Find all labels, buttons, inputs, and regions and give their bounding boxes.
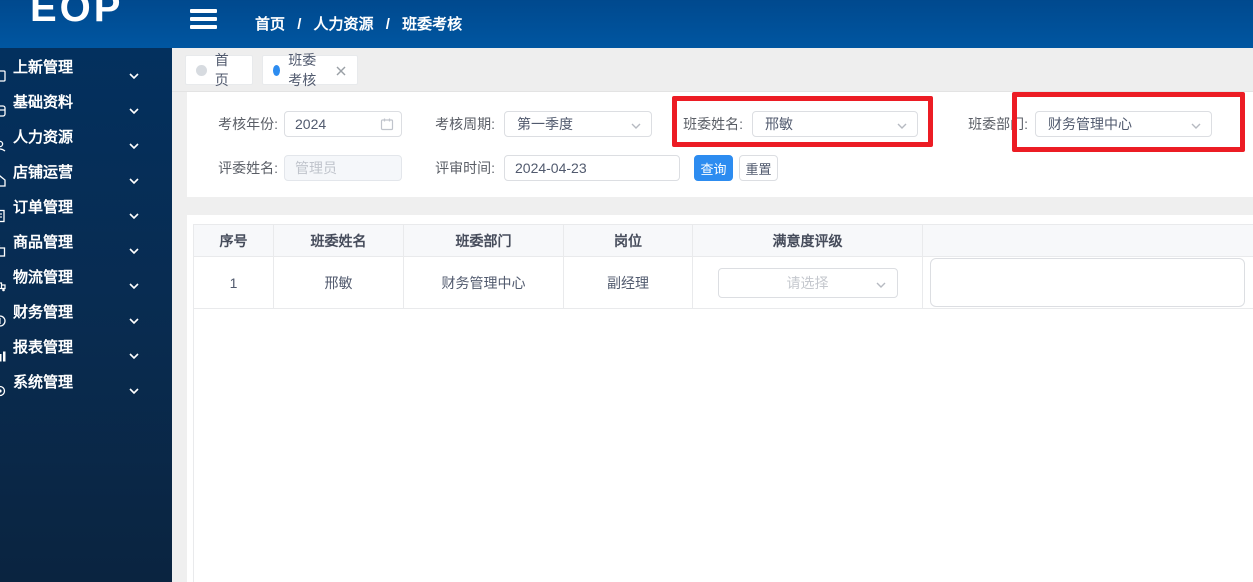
gear-icon (0, 376, 7, 397)
goods-icon (0, 236, 7, 257)
cell-post: 副经理 (563, 256, 693, 309)
cell-rating: 请选择 (692, 256, 923, 309)
chevron-down-icon (127, 236, 141, 255)
chevron-down-icon (1190, 119, 1202, 131)
tab-active-dot (273, 64, 281, 76)
tab-inactive-dot (196, 64, 207, 76)
col-index: 序号 (193, 224, 274, 257)
col-comment (922, 224, 1253, 257)
table-row: 1 邢敏 财务管理中心 副经理 请选择 (193, 256, 1253, 309)
eop-logo: EOP (30, 0, 124, 30)
col-rating: 满意度评级 (692, 224, 923, 257)
new-arrivals-icon (0, 61, 7, 82)
table-header-row: 序号 班委姓名 班委部门 岗位 满意度评级 (193, 224, 1253, 257)
cell-comment (922, 256, 1253, 309)
close-icon[interactable] (335, 64, 347, 76)
order-icon (0, 201, 7, 223)
period-select[interactable]: 第一季度 (504, 111, 652, 137)
hamburger-menu-icon[interactable] (190, 9, 217, 31)
finance-icon (0, 306, 7, 327)
breadcrumb-current: 班委考核 (402, 16, 463, 33)
sidebar-item-basic-data[interactable]: 基础资料 (0, 85, 172, 120)
sidebar-item-logistics[interactable]: 物流管理 (0, 260, 172, 295)
filter-panel: 考核年份: 考核周期: 第一季度 班委姓名: 邢敏 班委部门: 财务管理中心 评… (187, 92, 1253, 197)
database-icon (0, 96, 7, 117)
chevron-down-icon (127, 166, 141, 185)
app-window: EOP 首页 / 人力资源 / 班委考核 上新管理 基础资料 人力资源 店铺运营… (0, 0, 1253, 582)
col-member-name: 班委姓名 (273, 224, 404, 257)
col-member-dept: 班委部门 (403, 224, 564, 257)
member-name-label: 班委姓名: (683, 116, 743, 132)
cell-member-dept: 财务管理中心 (403, 256, 564, 309)
chevron-down-icon (630, 119, 642, 131)
member-dept-select[interactable]: 财务管理中心 (1035, 111, 1212, 137)
breadcrumb-separator: / (297, 16, 302, 33)
review-time-label: 评审时间: (435, 160, 495, 176)
col-post: 岗位 (563, 224, 693, 257)
chevron-down-icon (875, 278, 887, 290)
comment-textarea[interactable] (930, 258, 1245, 307)
content-panel: 序号 班委姓名 班委部门 岗位 满意度评级 1 邢敏 财务管理中心 副经理 请选… (187, 215, 1253, 582)
period-label: 考核周期: (435, 116, 495, 132)
breadcrumb-separator: / (385, 16, 390, 33)
member-name-select[interactable]: 邢敏 (752, 111, 918, 137)
breadcrumb: 首页 / 人力资源 / 班委考核 (255, 13, 462, 34)
year-label: 考核年份: (218, 116, 278, 132)
breadcrumb-home[interactable]: 首页 (255, 16, 285, 33)
committee-review-table: 序号 班委姓名 班委部门 岗位 满意度评级 1 邢敏 财务管理中心 副经理 请选… (193, 224, 1253, 309)
breadcrumb-hr[interactable]: 人力资源 (314, 16, 374, 33)
table-left-border (193, 308, 194, 582)
cell-member-name: 邢敏 (273, 256, 404, 309)
chevron-down-icon (127, 201, 141, 220)
sidebar-item-orders[interactable]: 订单管理 (0, 190, 172, 225)
people-icon (0, 131, 7, 152)
top-header: EOP 首页 / 人力资源 / 班委考核 (0, 0, 1253, 48)
chevron-down-icon (127, 376, 141, 395)
chevron-down-icon (127, 341, 141, 360)
member-dept-label: 班委部门: (968, 116, 1028, 132)
chevron-down-icon (127, 271, 141, 290)
sidebar-item-finance[interactable]: 财务管理 (0, 295, 172, 330)
chevron-down-icon (127, 96, 141, 115)
report-icon (0, 341, 7, 362)
tab-home[interactable]: 首页 (185, 52, 253, 88)
chevron-down-icon (127, 131, 141, 150)
reviewer-label: 评委姓名: (218, 160, 278, 176)
sidebar-item-store-ops[interactable]: 店铺运营 (0, 155, 172, 190)
sidebar-item-system[interactable]: 系统管理 (0, 365, 172, 400)
reset-button[interactable]: 重置 (739, 155, 778, 181)
truck-icon (0, 271, 7, 292)
sidebar-item-reports[interactable]: 报表管理 (0, 330, 172, 365)
chevron-down-icon (127, 61, 141, 80)
rating-select[interactable]: 请选择 (717, 267, 898, 298)
sidebar-item-new-arrivals[interactable]: 上新管理 (0, 50, 172, 85)
reviewer-input (284, 155, 402, 181)
sidebar: 上新管理 基础资料 人力资源 店铺运营 订单管理 商品管理 物流管理 财务管理 … (0, 48, 172, 582)
tab-committee-review[interactable]: 班委考核 (262, 52, 358, 88)
chevron-down-icon (127, 306, 141, 325)
search-button[interactable]: 查询 (694, 155, 733, 181)
tab-bar: 首页 班委考核 (172, 48, 1253, 92)
sidebar-item-hr[interactable]: 人力资源 (0, 120, 172, 155)
shop-icon (0, 166, 7, 187)
chevron-down-icon (896, 119, 908, 131)
calendar-icon (380, 117, 394, 131)
review-time-input[interactable] (504, 155, 680, 181)
cell-index: 1 (193, 256, 274, 309)
sidebar-item-products[interactable]: 商品管理 (0, 225, 172, 260)
